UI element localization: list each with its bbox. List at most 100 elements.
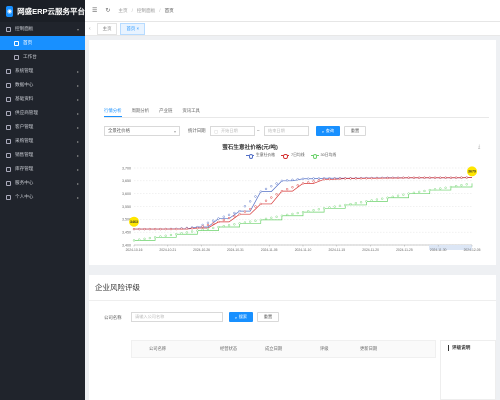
series-point xyxy=(254,195,257,198)
series-point xyxy=(291,186,294,189)
series-point xyxy=(444,176,447,179)
start-date-input[interactable]: ▢ 开始日期 xyxy=(210,126,255,136)
series-point xyxy=(190,227,194,230)
sidebar-item[interactable]: 工作台 xyxy=(0,50,85,64)
tab-scroll-left-icon[interactable]: ‹ xyxy=(89,26,91,32)
series-point xyxy=(444,186,447,189)
series-point xyxy=(138,227,141,231)
sidebar-item[interactable]: 首页 xyxy=(0,36,85,50)
risk-card xyxy=(89,275,496,400)
series-point xyxy=(328,177,331,181)
series-point xyxy=(185,231,188,234)
company-search-input[interactable]: 请输入公司名称 xyxy=(131,312,223,322)
person-icon xyxy=(6,194,11,200)
sidebar-item[interactable]: 库存管理 ▸ xyxy=(0,162,85,176)
sidebar-item-label: 客户管理 xyxy=(15,124,34,129)
refresh-icon[interactable]: ↻ xyxy=(105,7,110,14)
series-point xyxy=(164,234,167,237)
tab-divider xyxy=(104,117,489,118)
series-point xyxy=(344,177,347,180)
data-icon xyxy=(6,82,11,88)
price-type-value: 全景社价格 xyxy=(108,128,130,133)
series-point xyxy=(370,177,373,180)
sidebar-item[interactable]: 个人中心 ▸ xyxy=(0,190,85,204)
series-point xyxy=(307,181,310,184)
series-point xyxy=(206,221,210,224)
legend-item[interactable]: 生意社价格 xyxy=(246,153,275,159)
tab-industry-chain[interactable]: 产业链 xyxy=(159,108,172,117)
series-point xyxy=(212,226,215,230)
service-icon xyxy=(6,180,11,186)
chevron-right-icon: ▸ xyxy=(76,194,79,200)
series-line-1 xyxy=(134,177,473,230)
sidebar-item[interactable]: 服务中心 ▸ xyxy=(0,176,85,190)
menu-toggle-icon[interactable]: ☰ xyxy=(92,7,97,14)
series-point xyxy=(286,188,289,191)
series-point xyxy=(270,196,273,199)
sidebar-item-label: 基础资料 xyxy=(15,96,34,101)
query-button[interactable]: ⌕ 查询 xyxy=(316,126,340,136)
sidebar-item[interactable]: 系统管理 ▸ xyxy=(0,64,85,78)
series-point xyxy=(296,184,299,187)
x-tick-label: 2024-11-25 xyxy=(396,248,413,252)
series-point xyxy=(296,178,299,181)
sidebar-item-label: 服务中心 xyxy=(15,180,34,185)
series-point xyxy=(455,184,458,188)
tab-cycle-analysis[interactable]: 周期分析 xyxy=(132,108,150,117)
series-point xyxy=(259,202,262,206)
risk-reset-button[interactable]: 重置 xyxy=(257,312,279,322)
end-date-input[interactable]: 结束日期 xyxy=(264,126,309,136)
tab-home[interactable]: 主页 xyxy=(96,22,118,35)
legend-marker xyxy=(280,154,289,159)
sidebar-item[interactable]: 客户管理 ▸ xyxy=(0,120,85,134)
series-point xyxy=(370,199,373,202)
legend-label: 生意社价格 xyxy=(256,153,275,157)
sidebar-item[interactable]: 基础资料 ▸ xyxy=(0,92,85,106)
sidebar-item-label: 首页 xyxy=(23,40,33,45)
sidebar-item-label: 数据中心 xyxy=(15,82,34,87)
sidebar-item[interactable]: 控制面板 ▾ xyxy=(0,22,85,36)
reset-button[interactable]: 重置 xyxy=(344,126,366,136)
y-tick-label: 3,600 xyxy=(122,192,131,196)
risk-search-button[interactable]: ⌕ 搜索 xyxy=(229,312,253,322)
price-type-select[interactable]: 全景社价格 ▾ xyxy=(104,126,180,136)
series-point xyxy=(418,176,421,179)
tab-index[interactable]: 首页 × xyxy=(120,22,146,35)
risk-table-header xyxy=(131,340,436,358)
topbar: ☰ ↻ 主页 / 控制面板 / 首页 xyxy=(85,0,500,22)
chart-title: 萤石生意社价格(元/吨) xyxy=(222,145,278,151)
breadcrumb-home[interactable]: 主页 xyxy=(118,8,127,14)
series-point xyxy=(254,219,257,222)
legend-item[interactable]: 7日均线 xyxy=(280,153,305,159)
series-point xyxy=(428,176,431,179)
tab-market-analysis[interactable]: 行情分析 xyxy=(104,108,122,117)
chevron-right-icon: ▸ xyxy=(76,152,79,158)
y-tick-label: 3,700 xyxy=(122,166,131,170)
series-point xyxy=(465,176,468,179)
series-point xyxy=(259,190,262,193)
legend-item[interactable]: 30日均线 xyxy=(310,153,337,159)
series-point xyxy=(264,217,268,220)
series-point xyxy=(264,199,268,202)
series-point xyxy=(312,177,315,180)
x-tick-label: 2024-12-05 xyxy=(464,248,481,252)
sidebar-item[interactable]: 供应商管理 ▸ xyxy=(0,106,85,120)
series-point xyxy=(412,191,416,194)
series-point xyxy=(381,176,384,180)
series-point xyxy=(175,227,178,231)
series-point xyxy=(132,227,136,231)
column-header: 经营状态 xyxy=(220,346,238,351)
series-point xyxy=(222,218,225,222)
series-point xyxy=(301,211,305,214)
legend-label: 30日均线 xyxy=(320,153,337,157)
series-point xyxy=(196,229,199,232)
series-point xyxy=(212,219,215,222)
breadcrumb-dashboard[interactable]: 控制面板 xyxy=(137,8,155,14)
sidebar-item[interactable]: 数据中心 ▸ xyxy=(0,78,85,92)
series-point xyxy=(222,225,225,228)
x-tick-label: 2024-11-20 xyxy=(362,248,379,252)
tab-tools[interactable]: 资讯工具 xyxy=(182,108,200,117)
series-point xyxy=(233,211,236,215)
chevron-right-icon: ▸ xyxy=(76,124,79,130)
series-point xyxy=(159,227,162,231)
